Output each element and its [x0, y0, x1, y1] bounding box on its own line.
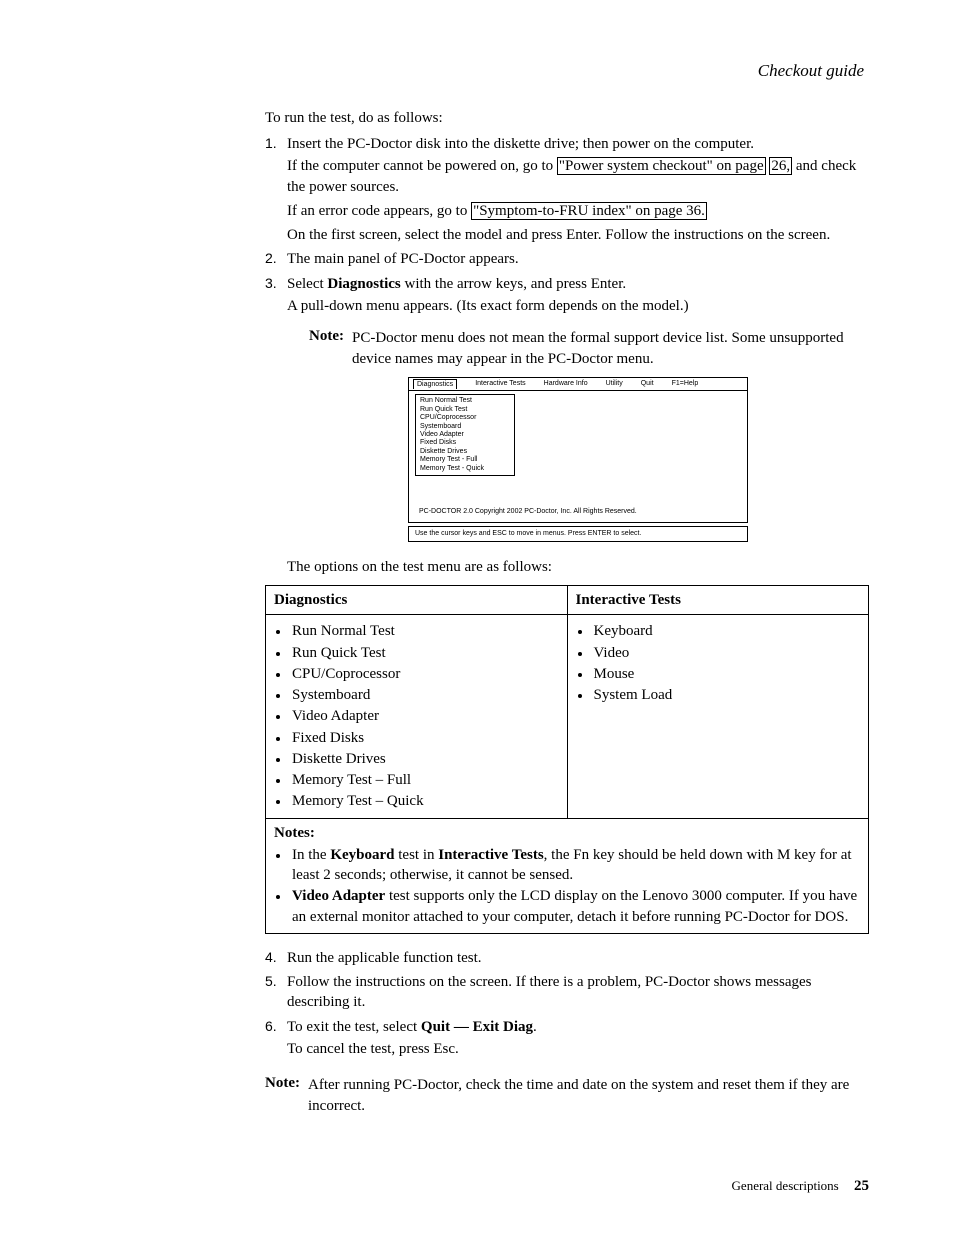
step-number: 1.: [265, 134, 277, 153]
step-number: 2.: [265, 249, 277, 268]
step-2: 2. The main panel of PC-Doctor appears.: [265, 249, 869, 269]
menu-hardware: Hardware Info: [544, 379, 588, 389]
note-label: Note:: [309, 328, 344, 344]
figure-dropdown: Run Normal Test Run Quick Test CPU/Copro…: [415, 394, 515, 476]
step-text: Run the applicable function test.: [287, 950, 482, 966]
note-label: Note:: [265, 1075, 300, 1091]
step-5: 5. Follow the instructions on the screen…: [265, 972, 869, 1013]
figure-menubar: Diagnostics Interactive Tests Hardware I…: [409, 378, 747, 391]
list-item: Video: [592, 643, 861, 663]
list-item: Systemboard: [290, 685, 559, 705]
list-item: Run Normal Test: [290, 621, 559, 641]
table-note-b: Video Adapter test supports only the LCD…: [290, 886, 860, 927]
options-table: Diagnostics Interactive Tests Run Normal…: [265, 585, 869, 934]
step-3: 3. Select Diagnostics with the arrow key…: [265, 274, 869, 577]
steps-list: 1. Insert the PC-Doctor disk into the di…: [265, 134, 869, 577]
table-note-a: In the Keyboard test in Interactive Test…: [290, 845, 860, 886]
step-text: Select Diagnostics with the arrow keys, …: [287, 276, 626, 292]
step-1: 1. Insert the PC-Doctor disk into the di…: [265, 134, 869, 245]
link-symptom-fru[interactable]: "Symptom-to-FRU index" on page 36.: [471, 202, 707, 220]
step-4: 4. Run the applicable function test.: [265, 948, 869, 968]
table-cell-diagnostics: Run Normal Test Run Quick Test CPU/Copro…: [266, 615, 568, 818]
table-header-diagnostics: Diagnostics: [266, 586, 568, 615]
step-text: To cancel the test, press Esc.: [287, 1039, 869, 1059]
step-text: The main panel of PC-Doctor appears.: [287, 251, 519, 267]
list-item: Diskette Drives: [290, 749, 559, 769]
figure-copyright: PC-DOCTOR 2.0 Copyright 2002 PC-Doctor, …: [419, 507, 637, 516]
step-text: Follow the instructions on the screen. I…: [287, 974, 812, 1010]
menu-utility: Utility: [606, 379, 623, 389]
step-text: Insert the PC-Doctor disk into the diske…: [287, 134, 869, 154]
table-cell-interactive: Keyboard Video Mouse System Load: [567, 615, 869, 818]
menu-help: F1=Help: [672, 379, 699, 389]
note-text: After running PC-Doctor, check the time …: [265, 1075, 869, 1116]
step-6: 6. To exit the test, select Quit — Exit …: [265, 1017, 869, 1060]
list-item: Mouse: [592, 664, 861, 684]
step-text: To exit the test, select Quit — Exit Dia…: [287, 1019, 537, 1035]
list-item: Fixed Disks: [290, 728, 559, 748]
note-block: Note: PC-Doctor menu does not mean the f…: [287, 326, 869, 369]
page-header: Checkout guide: [265, 60, 869, 83]
pc-doctor-figure: Diagnostics Interactive Tests Hardware I…: [408, 377, 748, 542]
list-item: Keyboard: [592, 621, 861, 641]
page-footer: General descriptions 25: [265, 1176, 869, 1196]
step-text: A pull-down menu appears. (Its exact for…: [287, 296, 869, 316]
menu-diagnostics: Diagnostics: [413, 379, 457, 389]
table-notes-cell: Notes: In the Keyboard test in Interacti…: [266, 818, 869, 933]
list-item: Memory Test – Full: [290, 770, 559, 790]
menu-quit: Quit: [641, 379, 654, 389]
notes-label: Notes:: [274, 825, 315, 841]
list-item: System Load: [592, 685, 861, 705]
intro-text: To run the test, do as follows:: [265, 108, 869, 128]
step-number: 6.: [265, 1017, 277, 1036]
options-intro: The options on the test menu are as foll…: [287, 557, 869, 577]
menu-interactive: Interactive Tests: [475, 379, 525, 389]
list-item: Run Quick Test: [290, 643, 559, 663]
link-power-checkout[interactable]: "Power system checkout" on page: [557, 157, 766, 175]
steps-list-2: 4. Run the applicable function test. 5. …: [265, 948, 869, 1059]
table-header-interactive: Interactive Tests: [567, 586, 869, 615]
list-item: Memory Test – Quick: [290, 791, 559, 811]
list-item: CPU/Coprocessor: [290, 664, 559, 684]
note-text: PC-Doctor menu does not mean the formal …: [309, 328, 869, 369]
step-text: If the computer cannot be powered on, go…: [287, 156, 869, 197]
page-number: 25: [854, 1178, 869, 1194]
step-text: On the first screen, select the model an…: [287, 225, 869, 245]
step-number: 3.: [265, 274, 277, 293]
step-number: 4.: [265, 948, 277, 967]
figure-statusbar: Use the cursor keys and ESC to move in m…: [408, 526, 748, 541]
step-text: If an error code appears, go to "Symptom…: [287, 201, 869, 221]
link-power-checkout-page[interactable]: 26,: [769, 157, 792, 175]
list-item: Video Adapter: [290, 706, 559, 726]
step-number: 5.: [265, 972, 277, 991]
footer-text: General descriptions: [732, 1178, 839, 1193]
note-block-2: Note: After running PC-Doctor, check the…: [265, 1073, 869, 1116]
